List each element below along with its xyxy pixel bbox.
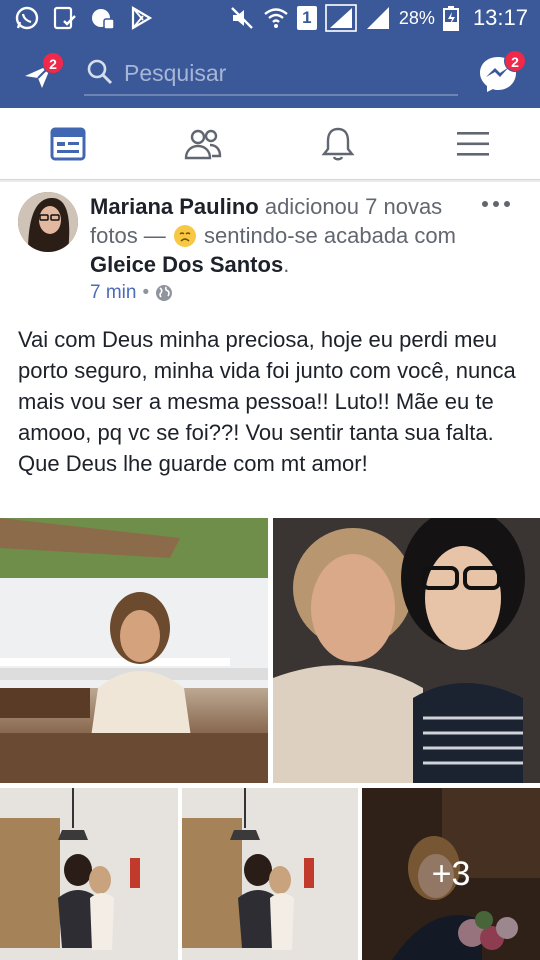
avatar-portrait: [18, 192, 78, 252]
signal-strength-icon: [325, 4, 357, 32]
hamburger-menu-icon: [456, 132, 489, 156]
dot-1: [482, 201, 488, 207]
battery-charging-icon: [442, 6, 459, 31]
bell-icon: [321, 127, 354, 161]
status-bar: 1 28% 13:17: [0, 0, 540, 36]
search-icon: [87, 59, 113, 85]
tagged-suffix: .: [283, 252, 290, 277]
post-photo-5[interactable]: +3: [362, 788, 540, 960]
status-system-icons: 1 28% 13:17: [229, 0, 528, 36]
clock: 13:17: [472, 5, 528, 30]
sim-slot-icon: 1: [296, 6, 317, 30]
post-header: Mariana Paulino adicionou 7 novas fotos …: [90, 192, 470, 279]
tab-news-feed[interactable]: [0, 108, 135, 180]
whatsapp-icon: [15, 6, 39, 30]
photo-mirror-selfie-1: [0, 788, 178, 960]
battery-percent: 28%: [398, 7, 435, 28]
status-notification-icons: [14, 5, 154, 31]
post-body: Vai com Deus minha preciosa, hoje eu per…: [18, 327, 516, 476]
post-meta: 7 min •: [90, 282, 173, 304]
post-time[interactable]: 7 min: [90, 282, 136, 304]
play-store-icon: [131, 6, 153, 30]
photo-woman-at-table: [0, 518, 268, 783]
more-photos-count: +3: [431, 854, 471, 893]
post-card: Mariana Paulino adicionou 7 novas fotos …: [0, 182, 540, 960]
mute-icon: [231, 7, 253, 29]
news-feed-icon: [50, 127, 85, 161]
post-photo-1[interactable]: [0, 518, 268, 783]
globe-icon: [156, 285, 173, 301]
message-check-icon: [53, 6, 76, 30]
notifications-rocket-button[interactable]: 2: [22, 52, 64, 92]
post-photo-4[interactable]: [182, 788, 358, 960]
post-feeling: sentindo-se acabada com: [197, 223, 456, 248]
tab-friends[interactable]: [135, 108, 270, 180]
wifi-icon: [264, 8, 288, 28]
tab-notifications[interactable]: [270, 108, 405, 180]
app-top-bar: 2 Pesquisar 2: [0, 36, 540, 108]
dot-2: [493, 201, 499, 207]
search-input[interactable]: Pesquisar: [124, 60, 226, 87]
post-photo-3[interactable]: [0, 788, 178, 960]
messenger-button[interactable]: 2: [478, 50, 526, 92]
tagged-person[interactable]: Gleice Dos Santos: [90, 252, 283, 277]
tab-menu[interactable]: [405, 108, 540, 180]
notifications-badge: 2: [42, 52, 64, 74]
friends-icon: [184, 129, 221, 160]
post-options-button[interactable]: [482, 196, 514, 212]
search-bar[interactable]: Pesquisar: [84, 50, 458, 96]
dot-3: [504, 201, 510, 207]
photo-selfie-two-women: [273, 518, 540, 783]
author-name[interactable]: Mariana Paulino: [90, 194, 259, 219]
more-photos-overlay[interactable]: +3: [362, 788, 540, 960]
post-photo-2[interactable]: [273, 518, 540, 783]
feeling-emoji-icon: [173, 225, 196, 247]
signal-strength-2-icon: [366, 7, 389, 29]
photo-app-icon: [92, 9, 115, 30]
photo-mirror-selfie-2: [182, 788, 358, 960]
meta-separator: •: [142, 282, 150, 303]
tab-bar: [0, 108, 540, 180]
author-avatar[interactable]: [18, 192, 78, 252]
messenger-badge: 2: [504, 50, 526, 72]
